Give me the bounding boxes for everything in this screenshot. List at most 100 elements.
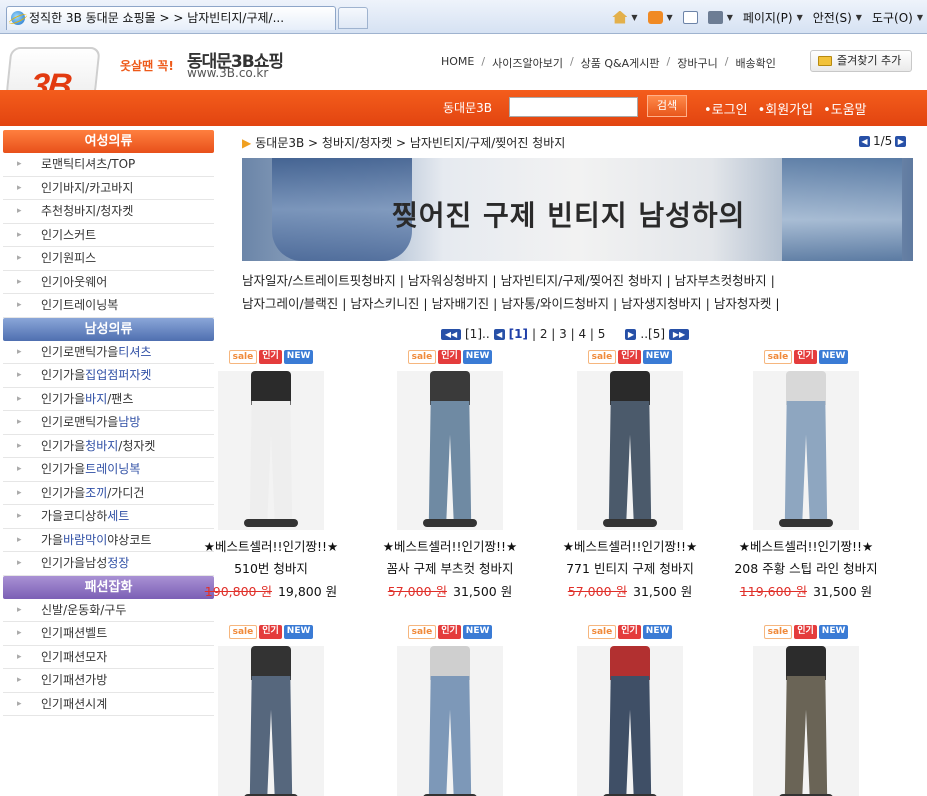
product-card[interactable]: sale 인기 NEW (361, 625, 539, 796)
subcategory-link[interactable]: 남자부츠컷청바지 (675, 273, 767, 288)
sidebar-item-label: 인기바지/카고바지 (41, 180, 134, 195)
sidebar-item-women[interactable]: 추천청바지/청자켓 (3, 200, 214, 224)
subcategory-link[interactable]: 남자워싱청바지 (408, 273, 489, 288)
new-badge: NEW (462, 350, 493, 364)
product-photo[interactable] (218, 646, 324, 796)
top-nav: HOME / 사이즈알아보기 / 상품 Q&A게시판 / 장바구니 / 배송확인 (441, 55, 776, 71)
signup-link[interactable]: •회원가입 (758, 99, 814, 118)
sidebar-item-women[interactable]: 로맨틱티셔츠/TOP (3, 153, 214, 177)
product-tagline[interactable]: ★베스트셀러!!인기짱!!★ (182, 536, 360, 555)
prev-icon[interactable]: ◀ (493, 328, 505, 340)
last-page-icon[interactable]: ▶▶ (669, 328, 690, 340)
home-button[interactable]: ▼ (612, 10, 638, 24)
safety-menu[interactable]: 안전(S) ▼ (813, 9, 862, 26)
sidebar-item-women[interactable]: 인기트레이닝복 (3, 294, 214, 318)
pager-pages[interactable]: | 2 | 3 | 4 | 5 (532, 327, 605, 341)
product-card[interactable]: sale 인기 NEW ★베스트셀러!!인기짱!!★ 꼼사 구제 부츠컷 청바지 57,0… (361, 350, 539, 600)
product-photo[interactable] (397, 371, 503, 530)
model-jeans (249, 401, 293, 521)
popular-badge: 인기 (794, 350, 817, 364)
pager-first[interactable]: [1].. (465, 327, 490, 341)
sidebar-item-women[interactable]: 인기스커트 (3, 224, 214, 247)
sale-badge: sale (228, 625, 258, 639)
product-photo[interactable] (753, 371, 859, 530)
product-name[interactable]: 208 주황 스팁 라인 청바지 (717, 558, 895, 577)
next-page-icon[interactable]: ▶ (895, 135, 907, 147)
product-photo[interactable] (397, 646, 503, 796)
subcategory-link[interactable]: 남자스키니진 (350, 296, 419, 311)
sidebar-item-accessories[interactable]: 신발/운동화/구두 (3, 599, 214, 622)
popular-badge: 인기 (259, 625, 282, 639)
browser-tab[interactable]: 정직한 3B 동대문 쇼핑몰 > > 남자빈티지/구제/... (6, 6, 336, 30)
feeds-button[interactable]: ▼ (647, 10, 673, 24)
product-card[interactable]: sale 인기 NEW (717, 625, 895, 796)
product-name[interactable]: 771 빈티지 구제 청바지 (541, 558, 719, 577)
mail-button[interactable] (682, 10, 698, 24)
next-icon[interactable]: ▶ (625, 328, 637, 340)
nav-cart[interactable]: 장바구니 (677, 55, 717, 71)
product-tagline[interactable]: ★베스트셀러!!인기짱!!★ (361, 536, 539, 555)
search-button[interactable]: 검색 (647, 95, 687, 117)
category-women-header[interactable]: 여성의류 (3, 130, 214, 153)
category-men-header[interactable]: 남성의류 (3, 317, 214, 341)
help-link[interactable]: •도움말 (823, 99, 867, 118)
banner-title: 찢어진 구제 빈티지 남성하의 (392, 199, 746, 232)
pager-last[interactable]: ..[5] (640, 327, 665, 341)
model-jeans (428, 676, 472, 796)
women-category-list: 로맨틱티셔츠/TOP 인기바지/카고바지추천청바지/청자켓인기스커트인기원피스인기… (3, 153, 214, 318)
subcategory-link[interactable]: 남자배기진 (432, 296, 490, 311)
product-card[interactable]: sale 인기 NEW (541, 625, 719, 796)
print-button[interactable]: ▼ (707, 10, 733, 24)
product-photo[interactable] (577, 646, 683, 796)
sidebar-item-label: 인기원피스 (41, 251, 97, 265)
product-card[interactable]: sale 인기 NEW ★베스트셀러!!인기짱!!★ 771 빈티지 구제 청바지 57,… (541, 350, 719, 600)
add-favorite-button[interactable]: 즐겨찾기 추가 (810, 50, 912, 72)
popular-badge: 인기 (794, 625, 817, 639)
subcategory-separator: | (489, 296, 502, 311)
subcategory-link[interactable]: 남자빈티지/구제/찢어진 청바지 (501, 273, 663, 288)
page-menu[interactable]: 페이지(P) ▼ (743, 9, 803, 26)
nav-size-guide[interactable]: 사이즈알아보기 (492, 55, 563, 71)
product-card[interactable]: sale 인기 NEW ★베스트셀러!!인기짱!!★ 208 주황 스팁 라인 청바지 1… (717, 350, 895, 600)
subcategory-link[interactable]: 남자일자/스트레이트핏청바지 (242, 273, 396, 288)
new-badge: NEW (462, 625, 493, 639)
model-jeans (428, 401, 472, 521)
product-card[interactable]: sale 인기 NEW ★베스트셀러!!인기짱!!★ 510번 청바지 190,800 원… (182, 350, 360, 600)
banner-jeans-right (782, 158, 902, 261)
tools-menu-label: 도구(O) (871, 10, 913, 25)
sidebar-item-women[interactable]: 인기바지/카고바지 (3, 177, 214, 200)
popular-badge: 인기 (259, 350, 282, 364)
product-photo[interactable] (577, 371, 683, 530)
tools-menu[interactable]: 도구(O) ▼ (872, 9, 923, 26)
subcategory-link[interactable]: 남자생지청바지 (621, 296, 702, 311)
sidebar-item-highlight: 세트 (107, 509, 130, 523)
sidebar-item-women[interactable]: 인기원피스 (3, 247, 214, 271)
subcategory-link[interactable]: 남자통/와이드청바지 (501, 296, 609, 311)
sidebar-item-label: 신발/운동화/구두 (41, 602, 127, 617)
product-card[interactable]: sale 인기 NEW (182, 625, 360, 796)
product-photo[interactable] (753, 646, 859, 796)
product-photo[interactable] (218, 371, 324, 530)
sidebar-item-women[interactable]: 인기아웃웨어 (3, 271, 214, 294)
popular-badge: 인기 (438, 625, 461, 639)
product-name[interactable]: 꼼사 구제 부츠컷 청바지 (361, 558, 539, 577)
nav-home[interactable]: HOME (441, 55, 474, 71)
search-input[interactable] (509, 97, 638, 117)
product-name[interactable]: 510번 청바지 (182, 558, 360, 577)
product-tagline[interactable]: ★베스트셀러!!인기짱!!★ (541, 536, 719, 555)
product-tagline[interactable]: ★베스트셀러!!인기짱!!★ (717, 536, 895, 555)
subcategory-separator: | (338, 296, 351, 311)
nav-delivery[interactable]: 배송확인 (735, 55, 775, 71)
first-page-icon[interactable]: ◀◀ (441, 328, 461, 340)
subcategory-link[interactable]: 남자그레이/블랙진 (242, 296, 338, 311)
sidebar-item-highlight: 바람막이 (63, 532, 108, 547)
subcategory-link[interactable]: 남자청자켓 (714, 296, 772, 311)
nav-qna[interactable]: 상품 Q&A게시판 (581, 55, 660, 71)
sidebar-item-label: 야상코트 (107, 532, 152, 547)
model-top (251, 646, 291, 680)
login-link[interactable]: •로그인 (704, 99, 748, 118)
search-label: 동대문3B (443, 101, 492, 115)
sale-badge: sale (763, 625, 793, 639)
new-tab-button[interactable] (338, 7, 368, 29)
prev-page-icon[interactable]: ◀ (859, 135, 870, 147)
